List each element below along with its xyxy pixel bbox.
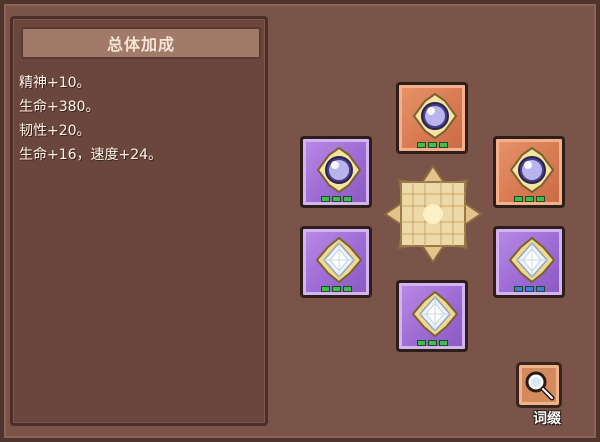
socket-indicator <box>496 196 562 202</box>
orb-gem-icon <box>316 147 362 193</box>
total-bonus-panel: 总体加成 精神+10。 生命+380。 韧性+20。 生命+16，速度+24。 <box>10 16 268 426</box>
stat-line: 韧性+20。 <box>19 123 91 139</box>
panel-title: 总体加成 <box>21 27 261 59</box>
gem-slot-lower-left[interactable] <box>300 226 372 298</box>
socket-pip <box>331 286 341 292</box>
diamond-gem-icon <box>412 291 458 337</box>
socket-pip <box>342 286 352 292</box>
socket-pip <box>320 196 330 202</box>
magnifier-icon <box>525 371 555 401</box>
socket-pip <box>342 196 352 202</box>
gem-slot-upper-right[interactable] <box>493 136 565 208</box>
orb-gem-icon <box>509 147 555 193</box>
affix-button[interactable] <box>516 362 562 408</box>
stat-line: 精神+10。 <box>19 75 91 91</box>
socket-pip <box>438 142 448 148</box>
diamond-gem-icon <box>316 237 362 283</box>
socket-pip <box>438 340 448 346</box>
socket-indicator <box>303 196 369 202</box>
socket-pip <box>427 142 437 148</box>
socket-pip <box>416 142 426 148</box>
center-core-emblem <box>383 164 483 264</box>
stat-list: 精神+10。 生命+380。 韧性+20。 生命+16，速度+24。 <box>19 71 162 167</box>
stat-line: 生命+16，速度+24。 <box>19 147 163 163</box>
socket-pip <box>535 286 545 292</box>
socket-pip <box>513 196 523 202</box>
socket-pip <box>513 286 523 292</box>
diamond-gem-icon <box>509 237 555 283</box>
socket-pip <box>524 196 534 202</box>
socket-pip <box>331 196 341 202</box>
gem-slot-top[interactable] <box>396 82 468 154</box>
socket-pip <box>320 286 330 292</box>
affix-button-label: 词缀 <box>533 411 561 427</box>
socket-indicator <box>399 340 465 346</box>
socket-pip <box>535 196 545 202</box>
gem-slot-bottom[interactable] <box>396 280 468 352</box>
orb-gem-icon <box>412 93 458 139</box>
socket-indicator <box>303 286 369 292</box>
socket-pip <box>427 340 437 346</box>
gem-slot-lower-right[interactable] <box>493 226 565 298</box>
gem-slot-upper-left[interactable] <box>300 136 372 208</box>
socket-indicator <box>496 286 562 292</box>
socket-indicator <box>399 142 465 148</box>
socket-pip <box>524 286 534 292</box>
stat-line: 生命+380。 <box>19 99 100 115</box>
socket-pip <box>416 340 426 346</box>
